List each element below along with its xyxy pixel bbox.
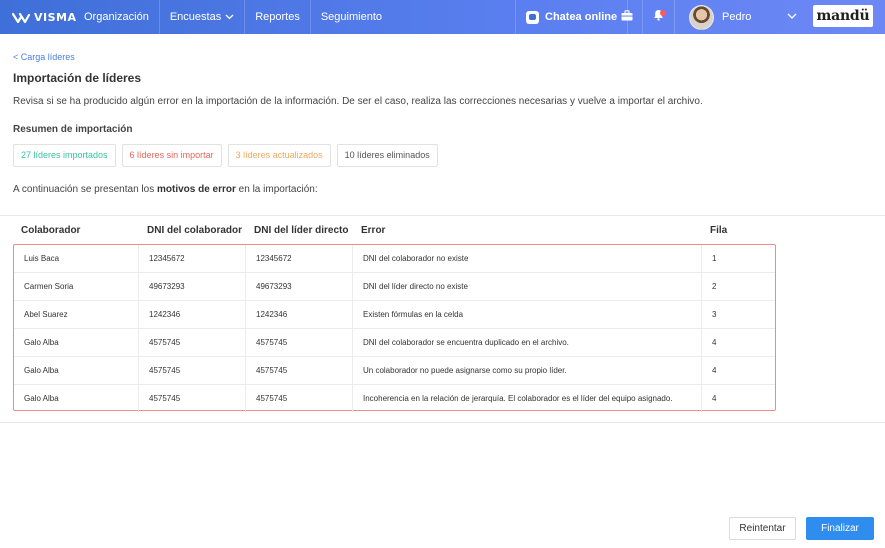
cell-dni: 4575745 xyxy=(139,357,246,384)
nav-label: Organización xyxy=(84,11,149,23)
nav-item-encuestas[interactable]: Encuestas xyxy=(160,0,246,34)
cell-dni: 1242346 xyxy=(139,301,246,328)
visma-logo[interactable]: VISMA xyxy=(11,9,77,25)
notification-badge xyxy=(660,10,666,16)
cell-error: Existen fórmulas en la celda xyxy=(353,301,702,328)
errors-intro: A continuación se presentan los motivos … xyxy=(13,184,318,195)
column-header-dni-lider: DNI del líder directo xyxy=(254,225,349,236)
column-header-dni: DNI del colaborador xyxy=(147,225,243,236)
intro-bold-text: motivos de error xyxy=(156,184,236,195)
avatar xyxy=(689,4,714,30)
cell-fila: 4 xyxy=(712,394,717,403)
cell-dni-lider: 12345672 xyxy=(246,245,353,272)
deleted-count-badge: 10 líderes eliminados xyxy=(336,144,438,167)
cell-dni-lider: 1242346 xyxy=(246,301,353,328)
table-row: Abel Suarez 1242346 1242346 Existen fórm… xyxy=(14,301,775,329)
page-description: Revisa si se ha producido algún error en… xyxy=(13,96,703,107)
chevron-down-icon xyxy=(225,0,234,34)
column-header-error: Error xyxy=(361,225,386,236)
cell-dni: 49673293 xyxy=(139,273,246,300)
chat-icon xyxy=(526,10,539,24)
cell-error: Incoherencia en la relación de jerarquía… xyxy=(353,385,702,412)
retry-button[interactable]: Reintentar xyxy=(729,517,796,540)
nav-label: Encuestas xyxy=(169,11,222,23)
cell-colaborador: Galo Alba xyxy=(14,385,139,412)
cell-colaborador: Abel Suarez xyxy=(14,301,139,328)
cell-fila: 3 xyxy=(712,310,717,319)
logo-text: VISMA xyxy=(34,10,77,24)
divider xyxy=(0,215,885,216)
cell-error: DNI del colaborador se encuentra duplica… xyxy=(353,329,702,356)
summary-title: Resumen de importación xyxy=(13,124,133,135)
cell-dni: 4575745 xyxy=(139,385,246,412)
intro-text-end: en la importación: xyxy=(235,184,318,195)
cell-dni-lider: 4575745 xyxy=(246,357,353,384)
cell-dni: 12345672 xyxy=(139,245,246,272)
table-row: Galo Alba 4575745 4575745 Incoherencia e… xyxy=(14,385,775,413)
column-header-colaborador: Colaborador xyxy=(21,225,81,236)
notifications-button[interactable] xyxy=(643,0,675,34)
table-row: Carmen Soria 49673293 49673293 DNI del l… xyxy=(14,273,775,301)
cell-colaborador: Carmen Soria xyxy=(14,273,139,300)
divider xyxy=(0,422,885,423)
chevron-down-icon xyxy=(787,11,797,23)
updated-count-badge: 3 líderes actualizados xyxy=(227,144,331,167)
nav-item-reportes[interactable]: Reportes xyxy=(245,0,311,34)
error-table: Luis Baca 12345672 12345672 DNI del cola… xyxy=(13,244,776,413)
nav-item-seguimiento[interactable]: Seguimiento xyxy=(311,0,392,34)
cell-colaborador: Galo Alba xyxy=(14,329,139,356)
visma-logo-icon xyxy=(11,11,31,24)
nav-label: Seguimiento xyxy=(320,11,382,23)
import-summary: 27 líderes importados 6 líderes sin impo… xyxy=(13,144,438,167)
intro-text: A continuación se presentan los xyxy=(13,184,157,195)
chat-label: Chatea online xyxy=(545,11,618,23)
table-row: Luis Baca 12345672 12345672 DNI del cola… xyxy=(14,245,775,273)
table-row: Galo Alba 4575745 4575745 Un colaborador… xyxy=(14,357,775,385)
cell-fila: 4 xyxy=(712,366,717,375)
page-title: Importación de líderes xyxy=(13,71,142,85)
user-name: Pedro xyxy=(722,11,752,23)
cell-dni-lider: 49673293 xyxy=(246,273,353,300)
nav-label: Reportes xyxy=(255,11,300,23)
main-nav: Organización Encuestas Reportes Seguimie… xyxy=(74,0,392,34)
cell-fila: 2 xyxy=(712,282,717,291)
top-navigation-bar: VISMA Organización Encuestas Reportes Se… xyxy=(0,0,885,34)
column-header-fila: Fila xyxy=(710,225,728,236)
cell-colaborador: Galo Alba xyxy=(14,357,139,384)
cell-dni-lider: 4575745 xyxy=(246,329,353,356)
finish-button[interactable]: Finalizar xyxy=(806,517,874,540)
nav-item-organizacion[interactable]: Organización xyxy=(74,0,160,34)
imported-count-badge: 27 líderes importados xyxy=(13,144,116,167)
cell-fila: 4 xyxy=(712,338,717,347)
briefcase-icon xyxy=(621,8,633,26)
cell-error: DNI del líder directo no existe xyxy=(353,273,702,300)
back-to-carga-lideres-link[interactable]: < Carga líderes xyxy=(13,52,75,62)
user-menu[interactable]: Pedro xyxy=(683,0,807,34)
briefcase-button[interactable] xyxy=(611,0,643,34)
table-row: Galo Alba 4575745 4575745 DNI del colabo… xyxy=(14,329,775,357)
not-imported-count-badge: 6 líderes sin importar xyxy=(121,144,222,167)
cell-dni-lider: 4575745 xyxy=(246,385,353,412)
cell-error: DNI del colaborador no existe xyxy=(353,245,702,272)
cell-colaborador: Luis Baca xyxy=(14,245,139,272)
mandu-logo[interactable]: mandü xyxy=(813,5,873,27)
cell-fila: 1 xyxy=(712,254,717,263)
cell-dni: 4575745 xyxy=(139,329,246,356)
cell-error: Un colaborador no puede asignarse como s… xyxy=(353,357,702,384)
